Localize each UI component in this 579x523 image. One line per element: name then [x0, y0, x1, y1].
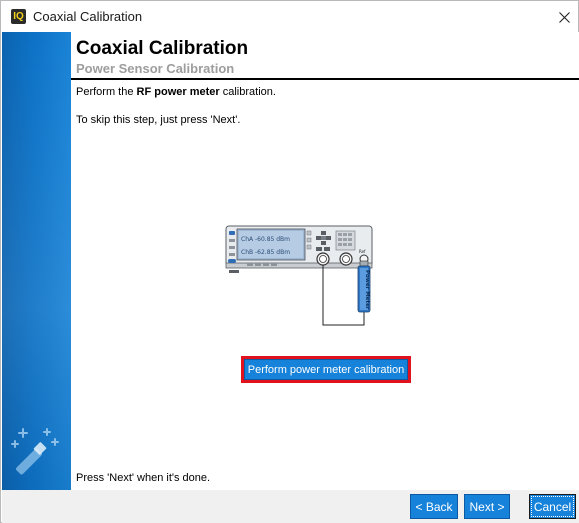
- page-subtitle: Power Sensor Calibration: [76, 61, 235, 76]
- power-meter-diagram: ChA -60.85 dBm ChB -62.85 dBm Ref Power …: [225, 225, 373, 326]
- heading-divider: [71, 78, 579, 80]
- page-title: Coaxial Calibration: [76, 38, 249, 59]
- window-title: Coaxial Calibration: [33, 9, 143, 24]
- wizard-button-bar: < Back Next > Cancel: [2, 490, 579, 523]
- wizard-content: Coaxial Calibration Power Sensor Calibra…: [71, 32, 579, 490]
- done-hint: Press 'Next' when it's done.: [76, 472, 211, 484]
- back-button[interactable]: < Back: [410, 494, 458, 519]
- calibration-wizard-window: IQ Coaxial Calibration Coaxial Calibrati…: [0, 0, 579, 523]
- title-bar: IQ Coaxial Calibration: [1, 1, 578, 32]
- wizard-sidebar: [2, 32, 71, 490]
- sidebar-gradient: [2, 32, 71, 490]
- instruction-text: Perform the RF power meter calibration.: [76, 86, 276, 98]
- cancel-button[interactable]: Cancel: [529, 494, 576, 519]
- power-meter-instrument: ChA -60.85 dBm ChB -62.85 dBm Ref: [225, 225, 373, 273]
- power-sensor: Power Meter: [357, 260, 371, 313]
- instruction-prefix: Perform the: [76, 86, 137, 98]
- skip-hint: To skip this step, just press 'Next'.: [76, 114, 241, 126]
- perform-calibration-button[interactable]: Perform power meter calibration: [241, 356, 411, 383]
- ref-label: Ref: [359, 249, 366, 254]
- close-icon: [558, 11, 570, 23]
- app-icon: IQ: [11, 9, 26, 24]
- perform-calibration-label: Perform power meter calibration: [244, 359, 408, 380]
- channel-a-readout: ChA -60.85 dBm: [241, 236, 290, 243]
- close-button[interactable]: [549, 3, 579, 31]
- channel-b-readout: ChB -62.85 dBm: [241, 249, 290, 256]
- next-button[interactable]: Next >: [464, 494, 510, 519]
- sensor-label: Power Meter: [364, 270, 370, 310]
- magic-wand-icon: [11, 428, 59, 475]
- instruction-highlight: RF power meter: [136, 86, 220, 98]
- instruction-suffix: calibration.: [219, 86, 276, 98]
